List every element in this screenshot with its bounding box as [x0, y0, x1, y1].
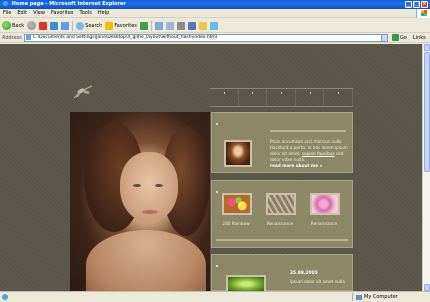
menu-view[interactable]: View: [33, 10, 45, 16]
panel-divider: [216, 239, 348, 241]
gallery-label[interactable]: Renaissance: [304, 221, 344, 226]
nav-item[interactable]: [267, 89, 296, 106]
news-date: 25.08.2005: [290, 271, 318, 276]
history-icon[interactable]: [154, 21, 163, 30]
toolbar-separator: [72, 20, 74, 31]
zone-label: My Computer: [364, 294, 398, 300]
page-icon: [26, 35, 31, 40]
search-button[interactable]: Search: [76, 20, 102, 31]
nav-divider: [210, 106, 353, 107]
windows-logo-icon: [416, 9, 430, 18]
bullet-icon: [216, 191, 218, 193]
computer-icon: [356, 294, 362, 300]
search-icon: [76, 21, 85, 30]
gallery-panel: 240 Rainbow Renaissance Renaissance: [211, 180, 353, 248]
gallery-thumbnail[interactable]: [222, 193, 252, 215]
go-label: Go: [400, 34, 407, 41]
news-panel: 25.08.2005 Ipsum dolor sit amet nulla: [211, 254, 353, 291]
address-label: Address: [2, 34, 22, 41]
nav-item[interactable]: [210, 89, 239, 106]
gallery-label[interactable]: Renaissance: [260, 221, 300, 226]
about-link[interactable]: sapien faucibus: [302, 151, 335, 156]
edit-icon[interactable]: [187, 21, 196, 30]
bullet-icon: [216, 123, 218, 125]
refresh-icon[interactable]: [50, 21, 59, 30]
stop-icon[interactable]: [39, 21, 48, 30]
messenger-icon[interactable]: [209, 21, 218, 30]
favorites-button[interactable]: Favorites: [105, 20, 137, 31]
about-thumbnail[interactable]: [224, 140, 252, 167]
menu-tools[interactable]: Tools: [80, 10, 92, 16]
security-zone: My Computer: [352, 293, 398, 301]
news-text: Ipsum dolor sit amet nulla: [290, 279, 345, 284]
back-label: Back: [12, 22, 25, 29]
page-done-icon: [2, 294, 8, 300]
address-bar: Address C:\Documents and Settings\Jane\D…: [0, 33, 430, 43]
page-viewport: Proin accumsan orci rhoncus nulla tincid…: [0, 44, 422, 291]
media-icon[interactable]: [139, 21, 148, 30]
window-title: Home page - Microsoft Internet Explorer: [11, 1, 126, 7]
news-thumbnail[interactable]: [226, 275, 266, 291]
site-nav: [210, 88, 353, 106]
address-dropdown[interactable]: [381, 33, 388, 42]
about-panel: Proin accumsan orci rhoncus nulla tincid…: [211, 112, 353, 173]
go-button[interactable]: Go: [392, 34, 407, 41]
gallery-thumbnail[interactable]: [266, 193, 296, 215]
menu-favorites[interactable]: Favorites: [51, 10, 74, 16]
nav-item[interactable]: [324, 89, 353, 106]
hero-photo: [70, 112, 210, 291]
menu-bar: File Edit View Favorites Tools Help: [0, 9, 430, 18]
mail-icon[interactable]: [165, 21, 174, 30]
minimize-button[interactable]: _: [405, 1, 412, 8]
gallery-label[interactable]: 240 Rainbow: [216, 221, 256, 226]
print-icon[interactable]: [176, 21, 185, 30]
scroll-up-button[interactable]: [424, 44, 430, 51]
back-button[interactable]: Back: [2, 20, 24, 31]
ie-icon: [3, 1, 8, 6]
search-label: Search: [85, 22, 103, 29]
toolbar: Back Search Favorites: [0, 19, 430, 33]
status-bar: My Computer: [0, 291, 430, 302]
folder-icon[interactable]: [198, 21, 207, 30]
forward-arrow-icon: [27, 21, 37, 30]
menu-edit[interactable]: Edit: [17, 10, 27, 16]
read-more-link[interactable]: read more about me »: [270, 163, 322, 168]
back-arrow-icon: [2, 21, 11, 30]
star-icon: [105, 21, 114, 30]
leaf-logo-icon[interactable]: [72, 84, 94, 100]
vertical-scrollbar[interactable]: [422, 44, 430, 291]
address-input[interactable]: C:\Documents and Settings\Jane\Desktop\4…: [24, 33, 382, 42]
forward-button[interactable]: [27, 20, 37, 31]
menu-file[interactable]: File: [3, 10, 11, 16]
toolbar-separator: [150, 20, 152, 31]
scroll-thumb[interactable]: [424, 52, 430, 172]
nav-item[interactable]: [239, 89, 268, 106]
bullet-icon: [216, 265, 218, 267]
about-text: Proin accumsan orci rhoncus nulla tincid…: [270, 139, 348, 162]
gallery-thumbnail[interactable]: [310, 193, 340, 215]
scroll-down-button[interactable]: [424, 284, 430, 291]
close-button[interactable]: ×: [421, 1, 428, 8]
favorites-label: Favorites: [114, 22, 137, 29]
address-url: C:\Documents and Settings\Jane\Desktop\4…: [33, 35, 218, 40]
go-arrow-icon: [392, 34, 399, 41]
window-controls: _ □ ×: [405, 1, 428, 8]
nav-item[interactable]: [296, 89, 325, 106]
menu-help[interactable]: Help: [98, 10, 109, 16]
panel-bar: [270, 130, 346, 132]
links-button[interactable]: Links: [413, 35, 426, 41]
title-bar: Home page - Microsoft Internet Explorer …: [0, 0, 430, 9]
maximize-button[interactable]: □: [413, 1, 420, 8]
home-icon[interactable]: [61, 21, 70, 30]
